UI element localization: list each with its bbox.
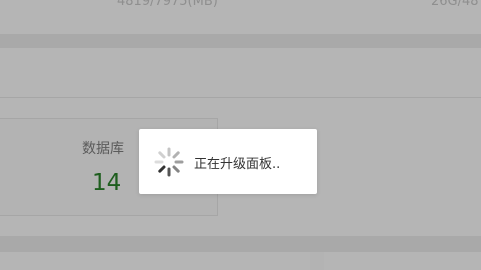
- section-divider-bottom: [0, 236, 481, 252]
- loading-spinner-icon: [154, 147, 184, 177]
- loading-dialog: 正在升级面板..: [139, 129, 317, 194]
- section-divider: [0, 34, 481, 48]
- bottom-left-panel: [0, 252, 310, 270]
- database-count[interactable]: 14: [92, 170, 121, 196]
- toolbar-panel: [0, 48, 481, 97]
- top-info-strip: 4819/7975(MB) 26G/48: [0, 0, 481, 34]
- database-label: 数据库: [82, 141, 124, 157]
- bottom-right-panel: [324, 252, 481, 270]
- loading-message: 正在升级面板..: [194, 157, 281, 172]
- disk-usage-text: 26G/48: [431, 0, 479, 9]
- memory-usage-text: 4819/7975(MB): [117, 0, 218, 9]
